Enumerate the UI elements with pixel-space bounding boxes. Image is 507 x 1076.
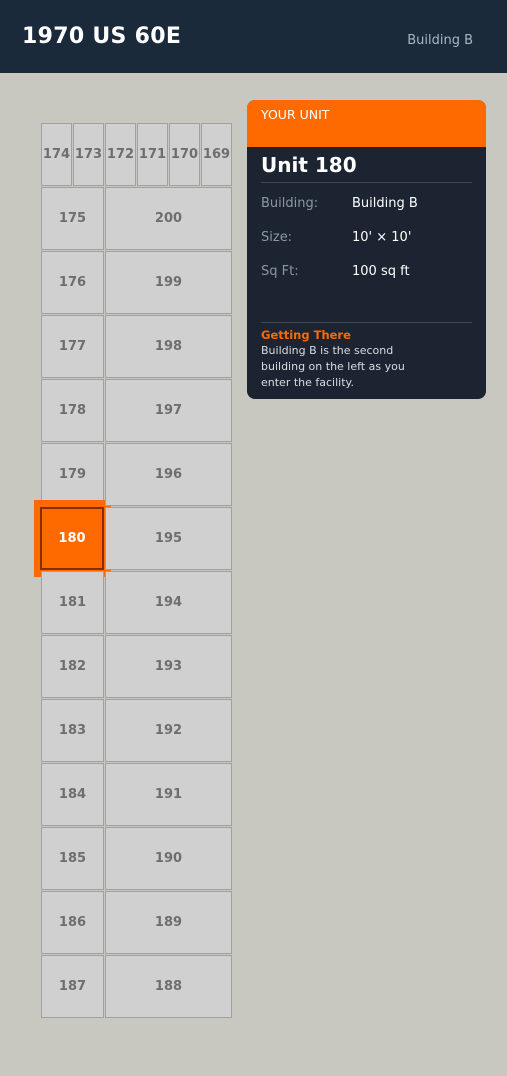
storage-unit-170[interactable]: 170 [169,123,200,186]
building-label: Building B [407,33,473,48]
unit-info-panel: YOUR UNIT Unit 180 Building: Building B … [247,100,486,399]
storage-unit-179[interactable]: 179 [41,443,104,506]
storage-unit-193[interactable]: 193 [105,635,232,698]
getting-there-title: Getting There [261,328,351,342]
storage-unit-192[interactable]: 192 [105,699,232,762]
storage-unit-200[interactable]: 200 [105,187,232,250]
storage-unit-173[interactable]: 173 [73,123,104,186]
getting-there-text: Building B is the second building on the… [261,344,405,389]
unit-title: Unit 180 [261,153,357,177]
storage-unit-171[interactable]: 171 [137,123,168,186]
storage-unit-185[interactable]: 185 [41,827,104,890]
your-unit-band: YOUR UNIT [247,100,486,147]
storage-unit-182[interactable]: 182 [41,635,104,698]
storage-unit-190[interactable]: 190 [105,827,232,890]
storage-unit-183[interactable]: 183 [41,699,104,762]
storage-unit-176[interactable]: 176 [41,251,104,314]
sqft-value: 100 sq ft [352,264,410,279]
storage-unit-195[interactable]: 195 [105,507,232,570]
building-value: Building B [352,196,418,211]
storage-unit-174[interactable]: 174 [41,123,72,186]
storage-unit-191[interactable]: 191 [105,763,232,826]
storage-unit-188[interactable]: 188 [105,955,232,1018]
size-key: Size: [261,230,293,245]
sqft-key: Sq Ft: [261,264,299,279]
storage-unit-196[interactable]: 196 [105,443,232,506]
divider [261,182,472,183]
storage-unit-178[interactable]: 178 [41,379,104,442]
storage-unit-187[interactable]: 187 [41,955,104,1018]
storage-unit-199[interactable]: 199 [105,251,232,314]
storage-unit-180[interactable]: 180 [40,507,104,570]
size-value: 10' × 10' [352,230,412,245]
storage-unit-184[interactable]: 184 [41,763,104,826]
storage-unit-181[interactable]: 181 [41,571,104,634]
storage-unit-169[interactable]: 169 [201,123,232,186]
storage-unit-189[interactable]: 189 [105,891,232,954]
storage-unit-198[interactable]: 198 [105,315,232,378]
divider [261,322,472,323]
facility-title: 1970 US 60E [22,24,182,49]
app-header: 1970 US 60E Building B [0,0,507,73]
storage-unit-175[interactable]: 175 [41,187,104,250]
storage-unit-172[interactable]: 172 [105,123,136,186]
storage-unit-194[interactable]: 194 [105,571,232,634]
storage-unit-197[interactable]: 197 [105,379,232,442]
your-unit-label: YOUR UNIT [261,107,330,122]
storage-unit-177[interactable]: 177 [41,315,104,378]
storage-unit-186[interactable]: 186 [41,891,104,954]
building-key: Building: [261,196,319,211]
